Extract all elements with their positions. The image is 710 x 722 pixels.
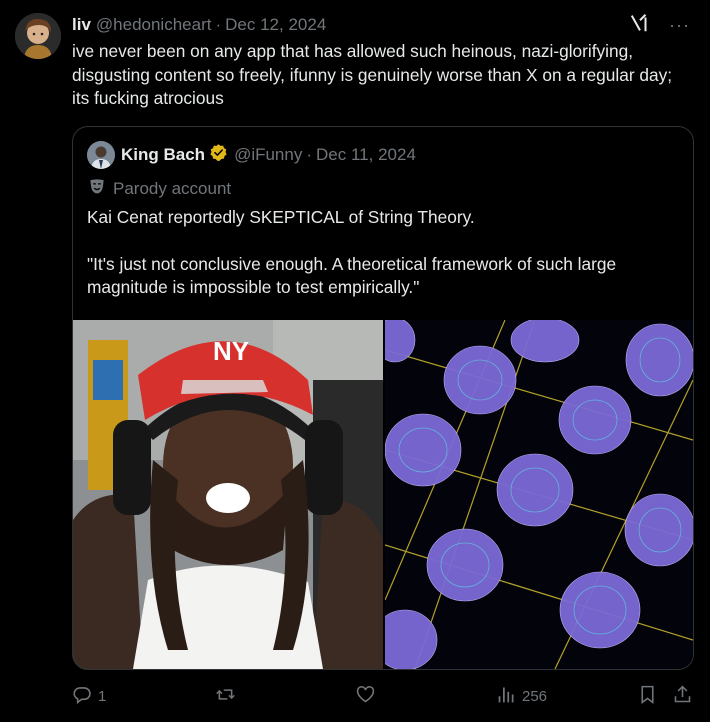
reply-count: 1 xyxy=(98,688,107,705)
quote-date[interactable]: Dec 11, 2024 xyxy=(316,145,416,165)
tweet-text: ive never been on any app that has allow… xyxy=(72,41,673,108)
quote-tweet[interactable]: King Bach @iFunny · Dec 11, 2024 Parody … xyxy=(72,126,694,670)
bookmark-icon xyxy=(637,684,658,709)
separator-dot: · xyxy=(306,145,313,164)
repost-button[interactable] xyxy=(215,684,241,709)
quote-text-line: Kai Cenat reportedly SKEPTICAL of String… xyxy=(87,207,475,227)
tweet-header: liv @hedonicheart · Dec 12, 2024 ··· xyxy=(72,13,690,37)
top-icons: ··· xyxy=(629,12,690,39)
quote-image-manifolds[interactable] xyxy=(385,320,693,669)
quote-author-handle[interactable]: @iFunny xyxy=(234,145,302,165)
svg-text:NY: NY xyxy=(213,336,249,366)
quote-image-streamer[interactable]: NY xyxy=(73,320,383,669)
parody-mask-icon xyxy=(87,176,113,201)
quote-text-line: "It's just not conclusive enough. A theo… xyxy=(87,253,617,298)
views-button[interactable]: 256 xyxy=(496,684,547,709)
bookmark-button[interactable] xyxy=(637,684,658,709)
parody-text: Parody account xyxy=(113,178,232,198)
more-icon[interactable]: ··· xyxy=(669,16,690,34)
quote-text: Kai Cenat reportedly SKEPTICAL of String… xyxy=(87,206,687,300)
author-name[interactable]: liv xyxy=(72,15,91,35)
reply-button[interactable]: 1 xyxy=(72,684,106,709)
reply-icon xyxy=(72,684,93,709)
share-icon xyxy=(672,684,693,709)
parody-label: Parody account xyxy=(87,176,231,201)
quote-header: King Bach @iFunny · Dec 11, 2024 xyxy=(87,141,416,169)
quote-avatar[interactable] xyxy=(87,141,115,169)
share-button[interactable] xyxy=(672,684,693,709)
author-handle[interactable]: @hedonicheart xyxy=(96,15,212,35)
action-bar: 1 256 xyxy=(72,684,698,708)
separator-dot: · xyxy=(215,15,222,34)
views-count: 256 xyxy=(522,688,548,705)
views-icon xyxy=(496,684,517,709)
grok-icon[interactable] xyxy=(629,12,651,39)
tweet-date[interactable]: Dec 12, 2024 xyxy=(225,15,326,35)
verified-badge-icon xyxy=(205,143,228,167)
quote-author-name[interactable]: King Bach xyxy=(121,145,205,165)
author-avatar[interactable] xyxy=(15,13,61,59)
like-button[interactable] xyxy=(355,684,381,709)
repost-icon xyxy=(215,684,236,709)
like-icon xyxy=(355,684,376,709)
